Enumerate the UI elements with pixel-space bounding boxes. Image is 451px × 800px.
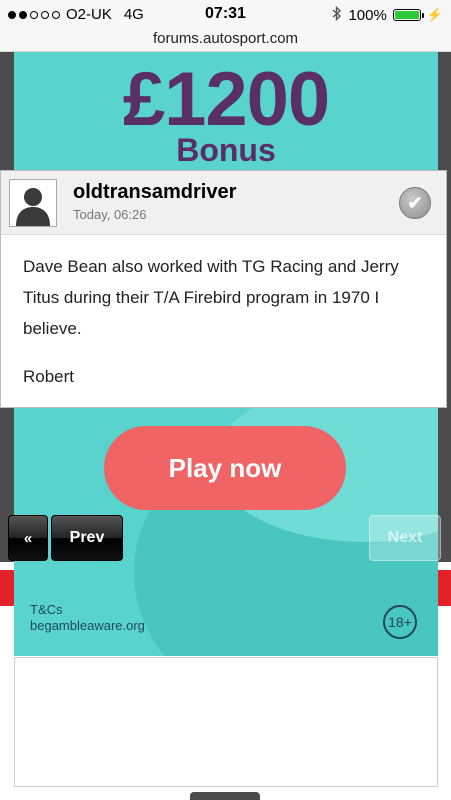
address-bar[interactable]: forums.autosport.com — [0, 30, 451, 52]
post-signature: Robert — [23, 367, 75, 386]
ad-terms: T&Cs begambleaware.org — [30, 602, 145, 634]
forum-post: oldtransamdriver Today, 06:26 ✔ Dave Bea… — [0, 170, 447, 408]
first-page-button[interactable]: « — [8, 515, 48, 561]
bottom-handle[interactable] — [190, 792, 260, 800]
post-timestamp: Today, 06:26 — [73, 207, 147, 222]
checkmark-icon[interactable]: ✔ — [399, 187, 431, 219]
ad-bonus-label: Bonus — [176, 132, 276, 168]
site-header-band-right — [438, 570, 451, 606]
battery-icon — [392, 9, 424, 21]
charging-bolt-icon: ⚡ — [426, 7, 443, 22]
age-restriction-badge: 18+ — [383, 605, 417, 639]
user-avatar-icon[interactable] — [9, 179, 57, 227]
status-bar: O2-UK 4G 07:31 100% ⚡ — [0, 0, 451, 30]
post-username[interactable]: oldtransamdriver — [73, 181, 236, 204]
site-header-band-left — [0, 570, 14, 606]
content-box — [14, 657, 438, 787]
post-body: Dave Bean also worked with TG Racing and… — [23, 257, 399, 338]
battery-percent: 100% — [348, 6, 387, 24]
status-icons: 100% ⚡ — [332, 5, 443, 24]
url-text: forums.autosport.com — [152, 30, 299, 47]
begambleaware-link[interactable]: begambleaware.org — [30, 618, 145, 634]
bluetooth-icon — [332, 5, 342, 24]
next-page-button[interactable]: Next — [369, 515, 441, 561]
ad-bonus-amount: £1200 — [122, 57, 330, 142]
terms-link[interactable]: T&Cs — [30, 602, 145, 618]
prev-page-button[interactable]: Prev — [51, 515, 123, 561]
post-header: oldtransamdriver Today, 06:26 ✔ — [1, 171, 446, 235]
play-now-button[interactable]: Play now — [104, 426, 346, 510]
